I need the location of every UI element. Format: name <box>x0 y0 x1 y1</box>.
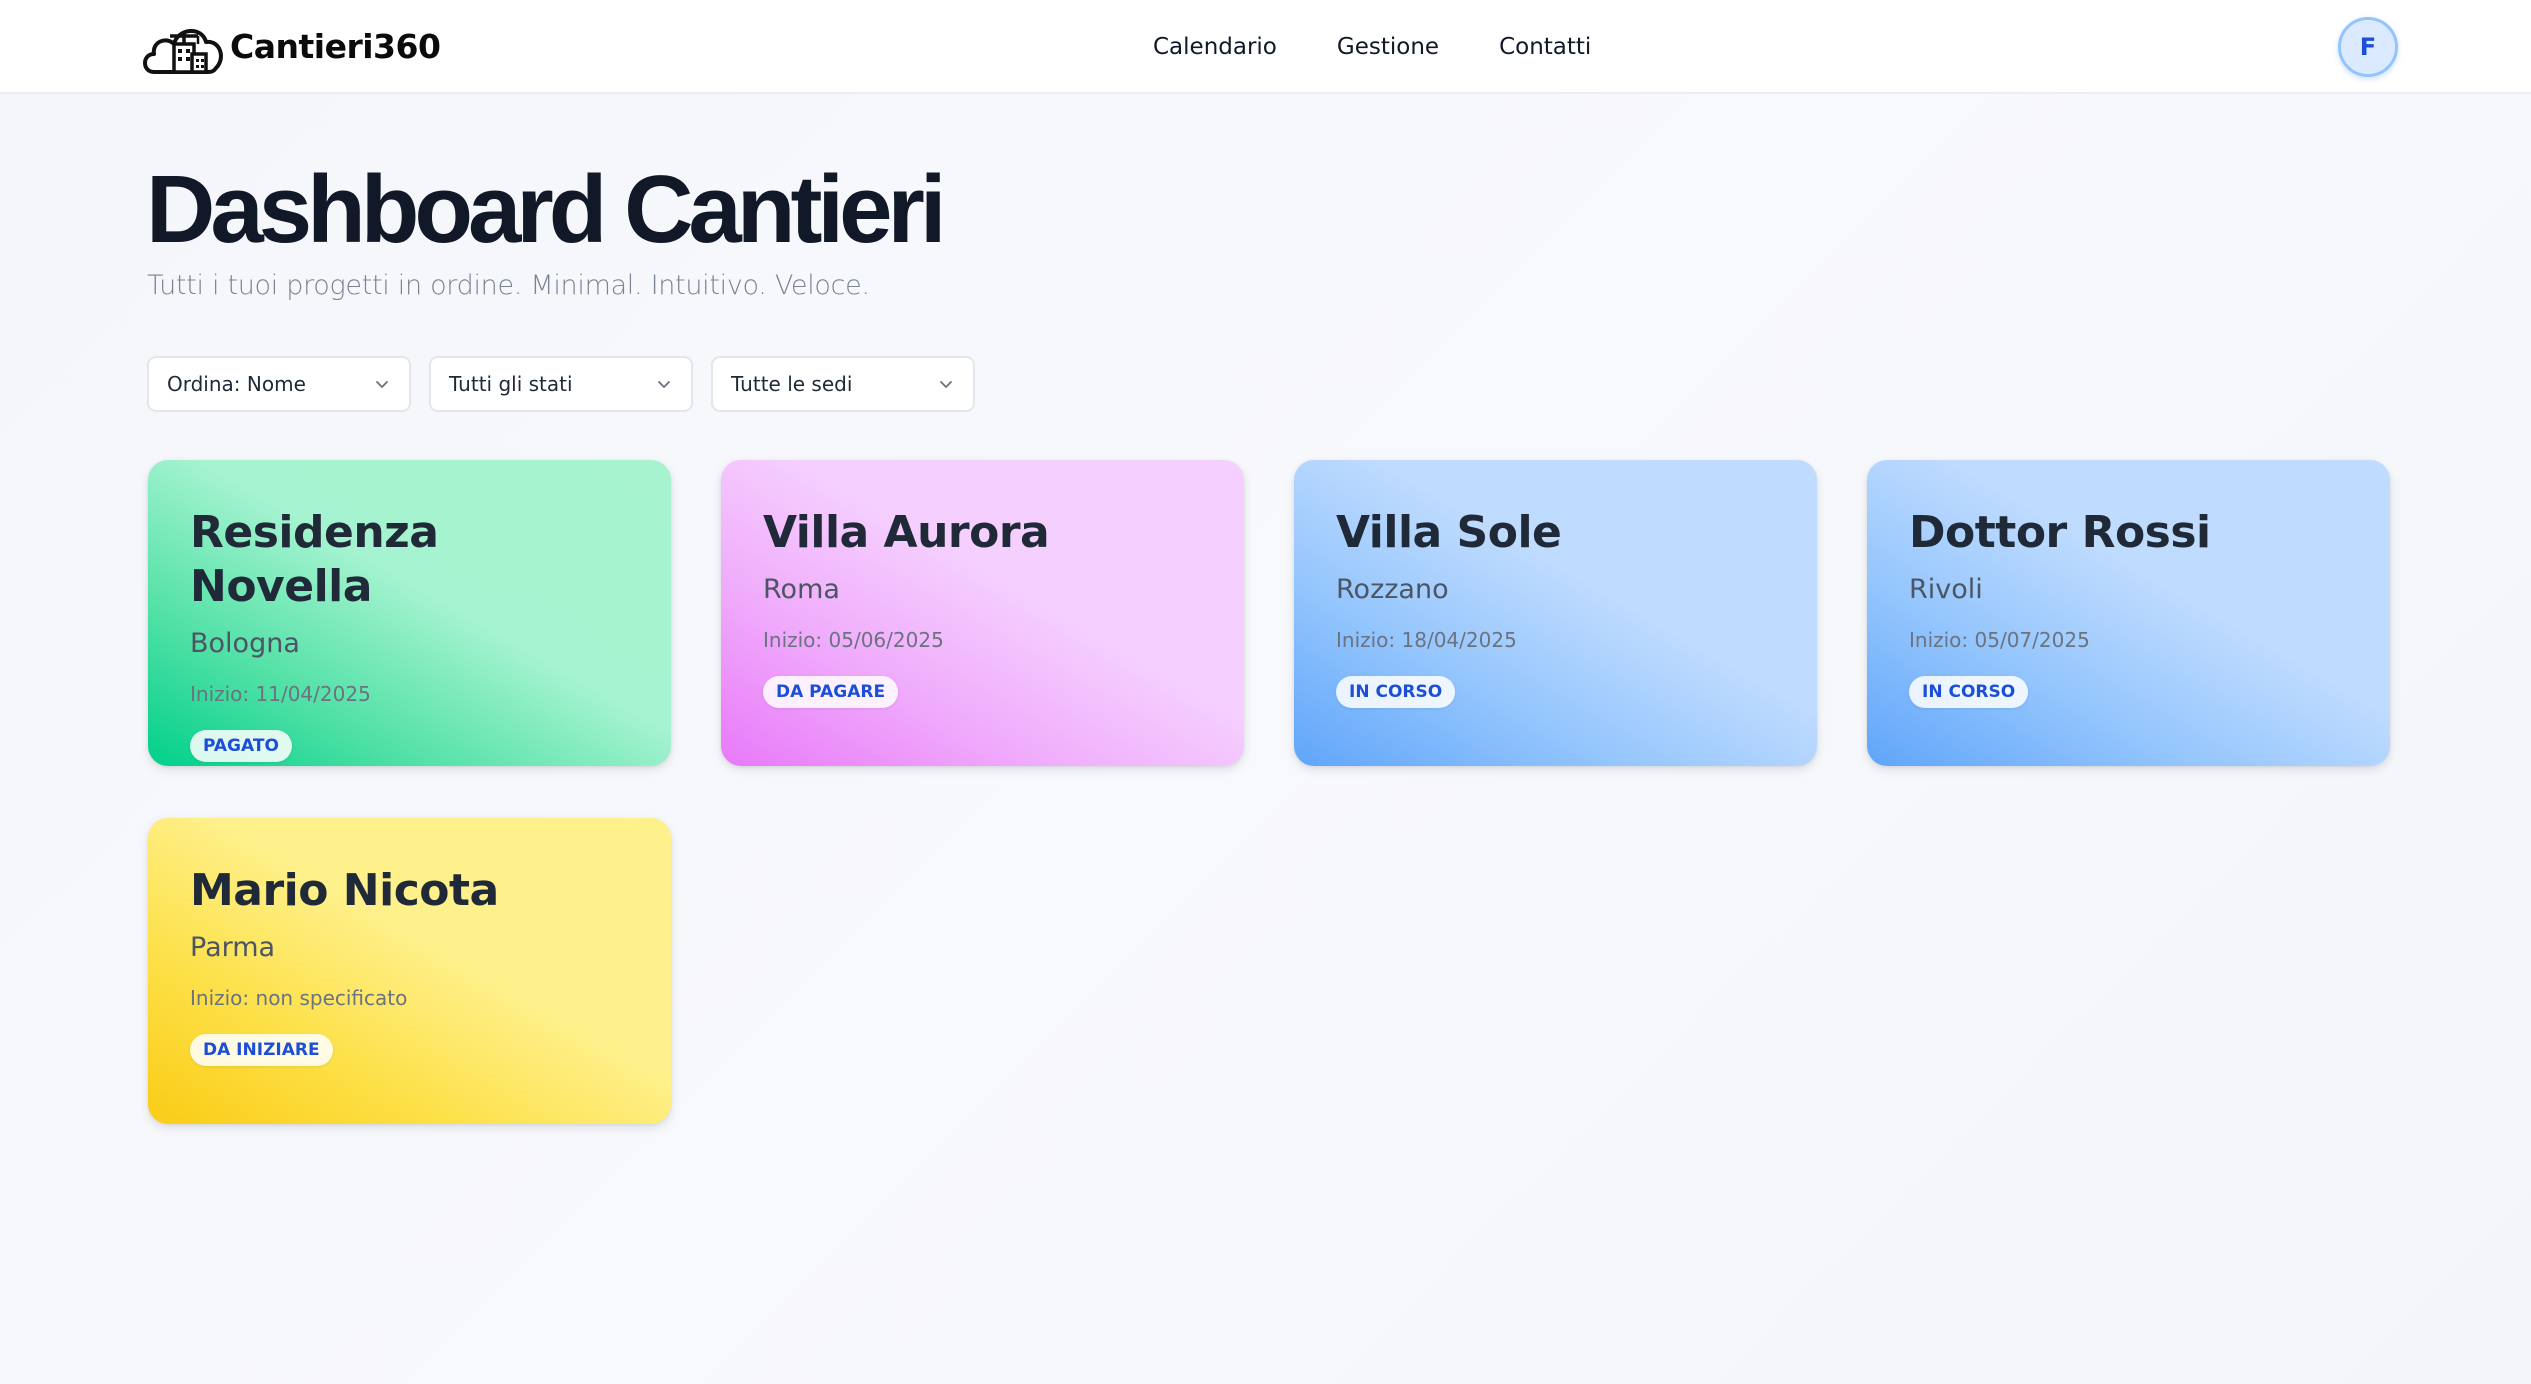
project-start-date: Inizio: non specificato <box>190 986 408 1010</box>
project-city: Rivoli <box>1909 574 1983 605</box>
nav-link-calendario[interactable]: Calendario <box>1153 34 1277 60</box>
status-badge: IN CORSO <box>1336 676 1456 708</box>
page-title: Dashboard Cantieri <box>146 156 947 263</box>
page-subtitle: Tutti i tuoi progetti in ordine. Minimal… <box>147 270 870 301</box>
project-name: Dottor Rossi <box>1909 507 2211 558</box>
status-filter-select[interactable]: Tutti gli stati <box>429 356 693 412</box>
chevron-down-icon <box>658 381 670 388</box>
project-city: Bologna <box>190 628 300 659</box>
chevron-down-icon <box>940 381 952 388</box>
project-name: Residenza Novella <box>190 507 439 612</box>
project-city: Rozzano <box>1336 574 1449 605</box>
brand-name: Cantieri360 <box>230 26 441 66</box>
project-name: Villa Sole <box>1336 507 1562 558</box>
location-filter-select[interactable]: Tutte le sedi <box>711 356 975 412</box>
user-avatar[interactable]: F <box>2338 17 2398 77</box>
sort-select-value: Ordina: Nome <box>167 372 306 396</box>
status-badge: DA PAGARE <box>763 676 899 708</box>
sort-select[interactable]: Ordina: Nome <box>147 356 411 412</box>
location-filter-value: Tutte le sedi <box>731 372 853 396</box>
project-name: Mario Nicota <box>190 865 499 916</box>
project-start-date: Inizio: 18/04/2025 <box>1336 628 1517 652</box>
main-nav: Calendario Gestione Contatti <box>1153 0 1651 94</box>
project-card[interactable]: Villa Sole Rozzano Inizio: 18/04/2025 IN… <box>1294 460 1817 766</box>
nav-link-contatti[interactable]: Contatti <box>1499 34 1591 60</box>
top-navbar: Cantieri360 Calendario Gestione Contatti… <box>0 0 2531 94</box>
project-card[interactable]: Mario Nicota Parma Inizio: non specifica… <box>148 818 671 1124</box>
project-card[interactable]: Dottor Rossi Rivoli Inizio: 05/07/2025 I… <box>1867 460 2390 766</box>
project-start-date: Inizio: 05/06/2025 <box>763 628 944 652</box>
project-city: Roma <box>763 574 840 605</box>
filter-bar: Ordina: Nome Tutti gli stati Tutte le se… <box>147 356 993 412</box>
project-card[interactable]: Residenza Novella Bologna Inizio: 11/04/… <box>148 460 671 766</box>
brand-logo[interactable]: Cantieri360 <box>140 14 441 78</box>
project-city: Parma <box>190 932 276 963</box>
status-badge: PAGATO <box>190 730 292 762</box>
status-filter-value: Tutti gli stati <box>449 372 573 396</box>
cloud-building-icon <box>143 29 223 74</box>
status-badge: IN CORSO <box>1909 676 2029 708</box>
status-badge: DA INIZIARE <box>190 1034 333 1066</box>
nav-link-gestione[interactable]: Gestione <box>1337 34 1439 60</box>
project-name: Villa Aurora <box>763 507 1050 558</box>
chevron-down-icon <box>376 381 388 388</box>
project-start-date: Inizio: 11/04/2025 <box>190 682 371 706</box>
project-start-date: Inizio: 05/07/2025 <box>1909 628 2090 652</box>
project-card[interactable]: Villa Aurora Roma Inizio: 05/06/2025 DA … <box>721 460 1244 766</box>
